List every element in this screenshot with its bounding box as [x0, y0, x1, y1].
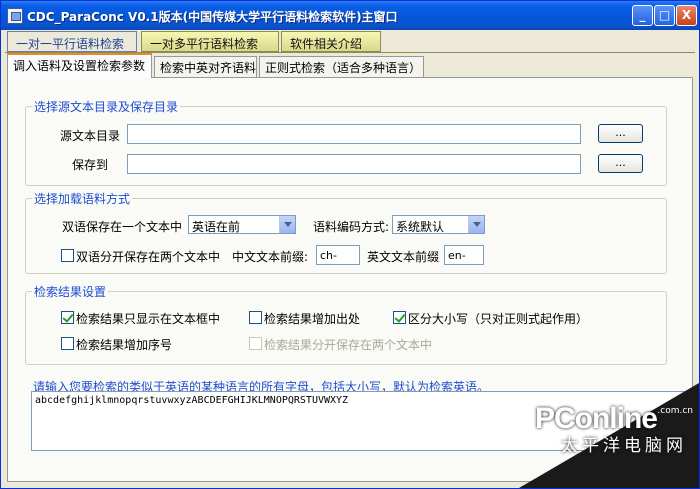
watermark: PConline .com.cn 太平洋电脑网 — [504, 378, 699, 488]
minimize-button[interactable]: _ — [632, 5, 653, 26]
add-source-label: 检索结果增加出处 — [264, 312, 361, 326]
tab-search-aligned[interactable]: 检索中英对齐语料 — [154, 56, 257, 77]
tab-regex-search[interactable]: 正则式检索（适合多种语言） — [259, 56, 424, 77]
group-directories: 选择源文本目录及保存目录 源文本目录 ... 保存到 ... — [25, 98, 667, 186]
app-icon — [7, 8, 23, 24]
case-sensitive-label: 区分大小写（只对正则式起作用） — [408, 312, 589, 326]
group-directories-title: 选择源文本目录及保存目录 — [32, 98, 181, 115]
split-files-checkbox[interactable] — [61, 249, 74, 262]
watermark-domain: .com.cn — [657, 406, 693, 416]
group-load-title: 选择加载语料方式 — [32, 190, 133, 207]
split-results-label: 检索结果分开保存在两个文本中 — [264, 338, 433, 352]
group-results-title: 检索结果设置 — [32, 283, 109, 300]
order-value: 英语在前 — [192, 220, 241, 234]
group-load-mode: 选择加载语料方式 双语保存在一个文本中 英语在前 语料编码方式: 系统默认 双语… — [25, 190, 667, 274]
single-file-label: 双语保存在一个文本中 — [62, 220, 183, 234]
title-bar[interactable]: CDC_ParaConc V0.1版本(中国传媒大学平行语料检索软件)主窗口 _… — [1, 1, 699, 30]
encoding-value: 系统默认 — [396, 220, 445, 234]
tab-one-to-one[interactable]: 一对一平行语料检索 — [7, 31, 137, 52]
split-files-label: 双语分开保存在两个文本中 — [76, 250, 221, 264]
textbox-only-checkbox[interactable] — [61, 311, 74, 324]
en-prefix-label: 英文文本前缀 — [367, 250, 440, 264]
tab-about[interactable]: 软件相关介绍 — [281, 31, 381, 52]
order-select[interactable]: 英语在前 — [188, 215, 296, 234]
encoding-label: 语料编码方式: — [313, 220, 390, 234]
close-button[interactable]: X — [676, 5, 697, 26]
split-results-checkbox — [249, 337, 262, 350]
browse-source-button[interactable]: ... — [598, 124, 643, 143]
cn-prefix-input[interactable] — [316, 245, 360, 265]
main-window: CDC_ParaConc V0.1版本(中国传媒大学平行语料检索软件)主窗口 _… — [0, 0, 700, 489]
save-dir-label: 保存到 — [72, 158, 109, 172]
group-result-settings: 检索结果设置 检索结果只显示在文本框中 检索结果增加出处 区分大小写（只对正则式… — [25, 283, 667, 365]
watermark-subtitle: 太平洋电脑网 — [561, 436, 687, 456]
add-number-label: 检索结果增加序号 — [76, 338, 173, 352]
source-dir-input[interactable] — [127, 124, 581, 144]
textbox-only-label: 检索结果只显示在文本框中 — [76, 312, 221, 326]
encoding-select[interactable]: 系统默认 — [392, 215, 485, 234]
chevron-down-icon[interactable] — [279, 216, 295, 233]
save-dir-input[interactable] — [127, 154, 581, 174]
case-sensitive-checkbox[interactable] — [393, 311, 406, 324]
tab-one-to-many[interactable]: 一对多平行语料检索 — [141, 31, 279, 52]
source-dir-label: 源文本目录 — [60, 129, 121, 143]
maximize-button[interactable]: □ — [654, 5, 675, 26]
add-number-checkbox[interactable] — [61, 337, 74, 350]
tab-load-corpus[interactable]: 调入语料及设置检索参数 — [7, 53, 152, 78]
browse-save-button[interactable]: ... — [598, 154, 643, 173]
add-source-checkbox[interactable] — [249, 311, 262, 324]
chevron-down-icon[interactable] — [468, 216, 484, 233]
en-prefix-input[interactable] — [444, 245, 484, 265]
cn-prefix-label: 中文文本前缀: — [232, 250, 309, 264]
window-title: CDC_ParaConc V0.1版本(中国传媒大学平行语料检索软件)主窗口 — [27, 10, 398, 24]
